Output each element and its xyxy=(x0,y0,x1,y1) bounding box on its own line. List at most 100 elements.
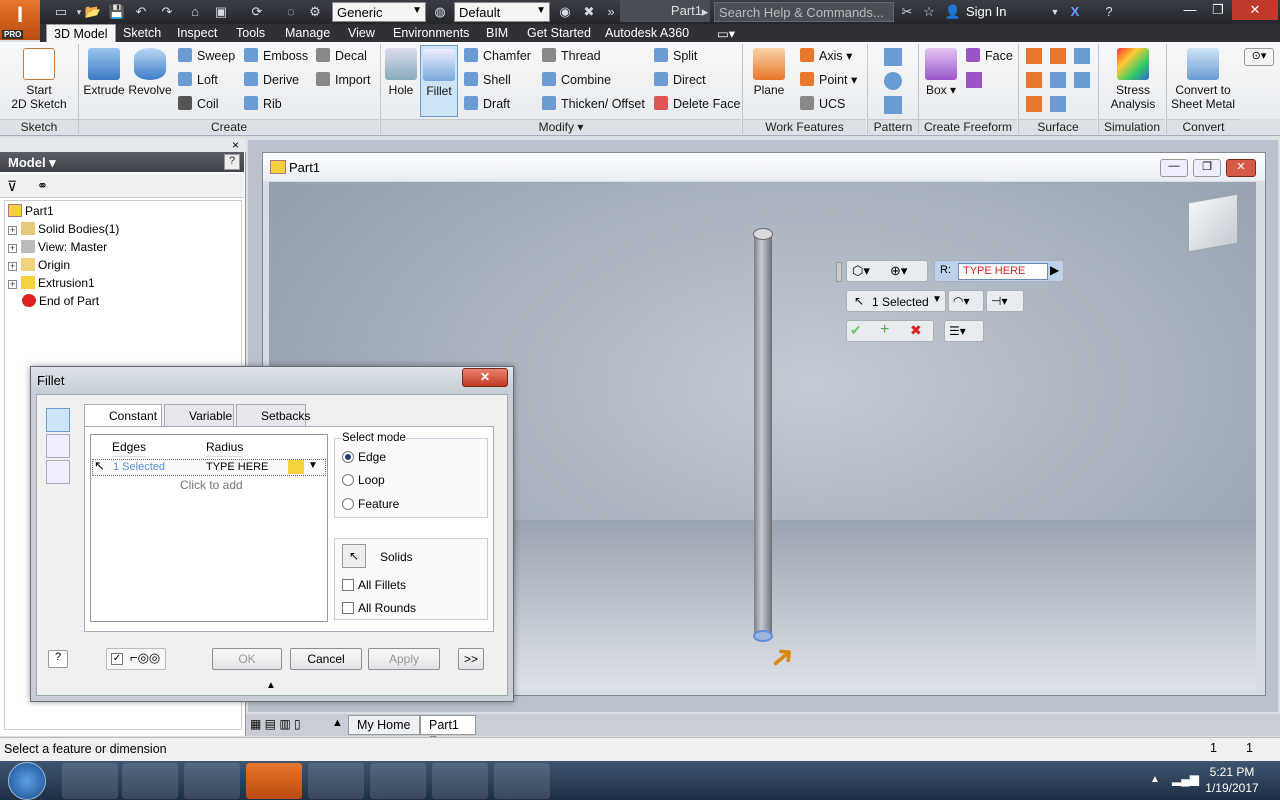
thicken-offset-button[interactable]: Thicken/ Offset xyxy=(542,96,645,114)
combine-button[interactable]: Combine xyxy=(542,72,611,90)
dialog-close-button[interactable]: ✕ xyxy=(462,368,508,387)
dialog-titlebar[interactable]: Fillet xyxy=(31,367,513,393)
tree-item-part1[interactable]: Part1 xyxy=(8,202,54,220)
tree-item-end-of-part[interactable]: End of Part xyxy=(22,292,99,310)
steam-icon[interactable] xyxy=(122,763,178,799)
more-button[interactable]: >> xyxy=(458,648,484,670)
chevron-down-icon[interactable]: ▼ xyxy=(308,460,318,471)
dialog-help-icon[interactable]: ? xyxy=(48,650,68,668)
tab-bim[interactable]: BIM xyxy=(479,24,515,42)
update-icon[interactable]: ⟳ xyxy=(248,3,266,21)
all-rounds-checkbox[interactable]: All Rounds xyxy=(342,601,416,615)
clock[interactable]: 5:21 PM 1/19/2017 xyxy=(1190,764,1274,796)
close-button[interactable]: ✕ xyxy=(1232,0,1278,20)
viewcube[interactable] xyxy=(1188,193,1238,253)
close-browser-icon[interactable]: × xyxy=(232,138,239,152)
chrome-icon[interactable] xyxy=(432,763,488,799)
appearance-dropdown[interactable]: Default ▼ xyxy=(454,2,550,22)
chamfer-button[interactable]: Chamfer xyxy=(464,48,531,66)
loft-button[interactable]: Loft xyxy=(178,72,218,90)
options-menu[interactable]: ☰▾ xyxy=(944,320,984,342)
tree-item-solid-bodies[interactable]: + Solid Bodies(1) xyxy=(8,220,119,238)
convert-to-sheet-metal-button[interactable]: Convert to Sheet Metal xyxy=(1170,48,1236,111)
restore-button[interactable]: ❐ xyxy=(1204,0,1232,20)
measure-icon[interactable]: ◌ xyxy=(282,3,300,21)
tab-tools[interactable]: Tools xyxy=(229,24,272,42)
start-button[interactable] xyxy=(8,762,46,800)
tray-expand-icon[interactable]: ▲ xyxy=(1150,774,1160,785)
plane-button[interactable]: Plane xyxy=(750,48,788,97)
convert-freeform-icon[interactable] xyxy=(966,72,982,88)
tile-windows-icons[interactable]: ▦ ▤ ▥ ▯ xyxy=(250,717,301,731)
start-2d-sketch-button[interactable]: Start 2D Sketch xyxy=(8,48,70,111)
face-fillet-icon[interactable] xyxy=(46,434,70,458)
search-input[interactable]: Search Help & Commands... xyxy=(714,2,894,22)
application-menu-button[interactable]: I PRO xyxy=(0,0,40,40)
trim-icon[interactable] xyxy=(1050,72,1066,88)
tangent-options-dropdown[interactable]: ◠▾ xyxy=(948,290,984,312)
edges-cell[interactable]: 1 Selected xyxy=(113,461,165,473)
edge-select-icon[interactable]: ⬡▾ xyxy=(852,263,870,279)
sculpt-icon[interactable] xyxy=(1074,48,1090,64)
import-button[interactable]: Import xyxy=(316,72,370,90)
doc-minimize-button[interactable]: — xyxy=(1160,159,1188,177)
binoculars-icon[interactable]: ⚭ xyxy=(37,178,48,194)
cancel-button[interactable]: Cancel xyxy=(290,648,362,670)
cancel-x-icon[interactable]: ✖ xyxy=(910,322,922,339)
file-explorer-icon[interactable] xyxy=(62,763,118,799)
new-icon[interactable]: ▭ xyxy=(52,3,70,21)
home-icon[interactable]: ⌂ xyxy=(186,3,204,21)
undo-icon[interactable]: ↶ xyxy=(132,3,150,21)
replace-face-icon[interactable] xyxy=(1050,96,1066,112)
tree-item-extrusion1[interactable]: + Extrusion1 xyxy=(8,274,95,292)
cylinder-model[interactable] xyxy=(754,232,772,638)
freeform-face-button[interactable]: Face xyxy=(966,48,1013,66)
notes-icon[interactable] xyxy=(370,763,426,799)
binoculars-icon[interactable]: ✂ xyxy=(898,3,916,21)
split-button[interactable]: Split xyxy=(654,48,697,66)
adjust-icon[interactable]: ◉ xyxy=(556,3,574,21)
ok-check-icon[interactable]: ✔ xyxy=(850,322,862,339)
mini-toolbar-grip[interactable] xyxy=(836,262,842,282)
tab-3d-model[interactable]: 3D Model xyxy=(46,24,116,42)
circular-pattern-icon[interactable] xyxy=(884,72,902,90)
delete-face-button[interactable]: Delete Face xyxy=(654,96,740,114)
decal-button[interactable]: Decal xyxy=(316,48,367,66)
fillet-type-icon[interactable]: ⊕▾ xyxy=(890,263,907,279)
paint-icon[interactable] xyxy=(308,763,364,799)
stitch-icon[interactable] xyxy=(1026,48,1042,64)
ok-button[interactable]: OK xyxy=(212,648,282,670)
axis-button[interactable]: Axis ▾ xyxy=(800,48,852,66)
sign-in-dropdown-icon[interactable]: ▼ xyxy=(1046,3,1064,21)
rib-button[interactable]: Rib xyxy=(244,96,282,114)
expand-icon[interactable]: + xyxy=(8,244,17,253)
patch-icon[interactable] xyxy=(1050,48,1066,64)
expand-icon[interactable]: + xyxy=(8,280,17,289)
material-dropdown[interactable]: Generic ▼ xyxy=(332,2,426,22)
doc-restore-button[interactable]: ❐ xyxy=(1193,159,1221,177)
favorites-icon[interactable]: ☆ xyxy=(920,3,938,21)
tab-my-home[interactable]: My Home xyxy=(348,715,420,735)
full-round-fillet-icon[interactable] xyxy=(46,460,70,484)
emboss-button[interactable]: Emboss xyxy=(244,48,308,66)
smooth-options-dropdown[interactable]: ⊣▾ xyxy=(986,290,1024,312)
clear-override-icon[interactable]: ✖ xyxy=(580,3,598,21)
stress-analysis-button[interactable]: Stress Analysis xyxy=(1104,48,1162,111)
tab-part1-doc[interactable]: Part1 ⊠ xyxy=(420,715,476,746)
redo-icon[interactable]: ↷ xyxy=(158,3,176,21)
tab-view[interactable]: View xyxy=(341,24,382,42)
tab-autodesk-a360[interactable]: Autodesk A360 xyxy=(598,24,696,42)
preview-checkbox[interactable]: ✓ xyxy=(111,653,123,665)
tab-get-started[interactable]: Get Started xyxy=(520,24,598,42)
sign-in-link[interactable]: Sign In xyxy=(966,4,1006,19)
coil-button[interactable]: Coil xyxy=(178,96,219,114)
radius-input[interactable]: TYPE HERE xyxy=(958,263,1048,280)
expand-icon[interactable]: + xyxy=(8,226,17,235)
radio-feature[interactable]: Feature xyxy=(342,497,399,511)
open-icon[interactable]: 📂 xyxy=(84,3,102,21)
revolve-button[interactable]: Revolve xyxy=(127,48,173,97)
tab-variable[interactable]: Variable xyxy=(164,404,234,426)
exchange-icon[interactable]: X xyxy=(1066,3,1084,21)
click-to-add[interactable]: Click to add xyxy=(180,478,243,492)
sweep-button[interactable]: Sweep xyxy=(178,48,235,66)
